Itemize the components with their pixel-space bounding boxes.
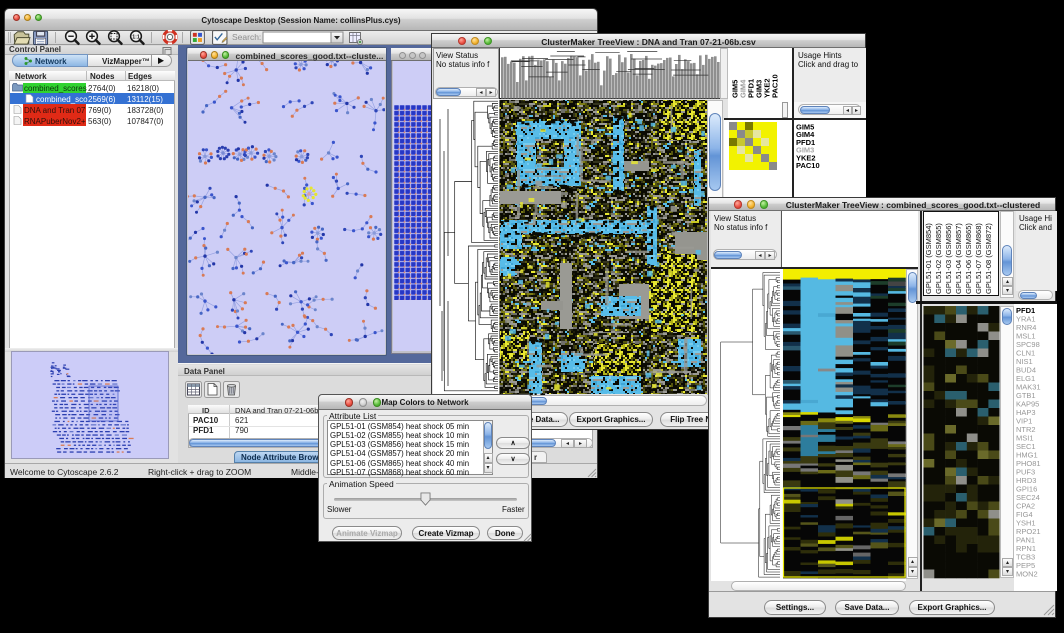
svg-text:PAC10: PAC10	[771, 74, 780, 98]
svg-text:GPL51-01 (GSM854): GPL51-01 (GSM854)	[924, 223, 933, 294]
svg-text:GPL51-06 (GSM865): GPL51-06 (GSM865)	[964, 223, 973, 294]
svg-text:GPL51-02 (GSM855): GPL51-02 (GSM855)	[934, 223, 943, 294]
svg-text:GPL51-03 (GSM856): GPL51-03 (GSM856)	[944, 223, 953, 294]
svg-text:GPL51-07 (GSM868): GPL51-07 (GSM868)	[974, 223, 983, 294]
svg-text:MON2: MON2	[1016, 570, 1038, 579]
svg-text:PAC10: PAC10	[796, 161, 820, 170]
svg-text:GPL51-08 (GSM872): GPL51-08 (GSM872)	[984, 223, 993, 294]
svg-text:GPL51-04 (GSM857): GPL51-04 (GSM857)	[954, 223, 963, 294]
